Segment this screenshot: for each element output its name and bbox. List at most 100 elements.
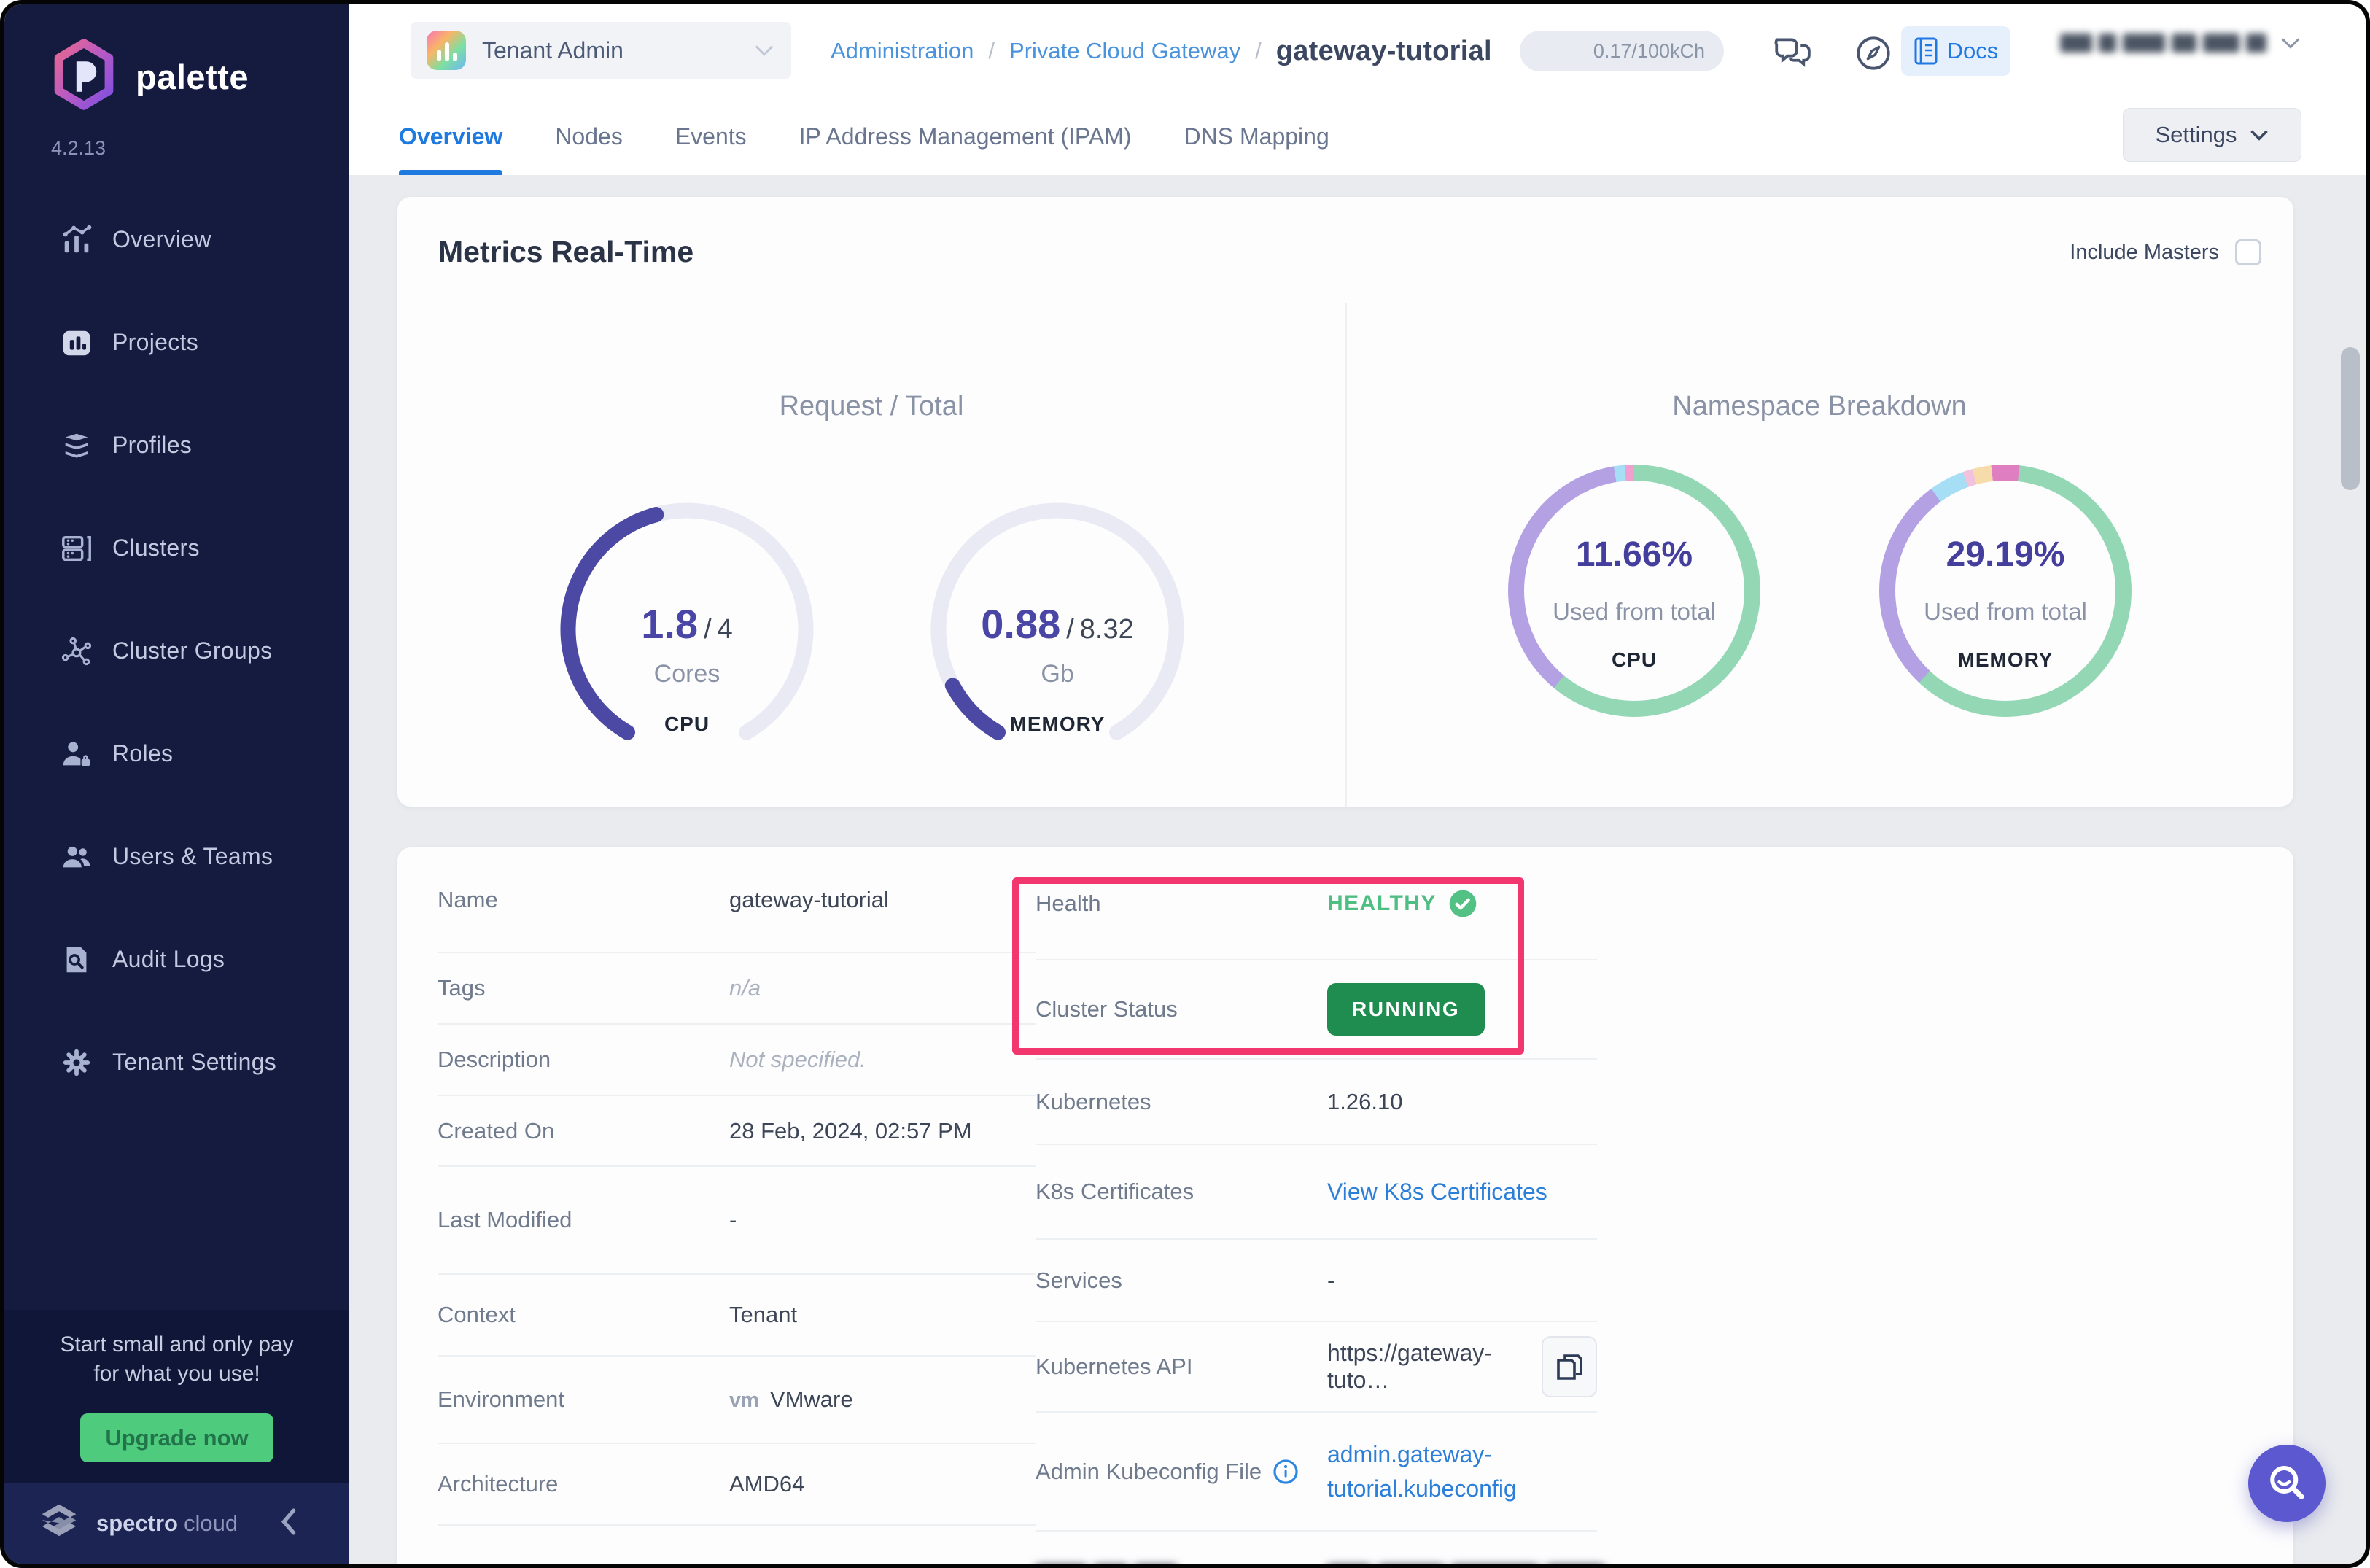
sidebar-item-cluster-groups[interactable]: Cluster Groups [4, 599, 349, 702]
tabs-bar: Overview Nodes Events IP Address Managem… [349, 98, 2366, 175]
tab-events[interactable]: Events [675, 98, 747, 175]
detail-row-environment: Environment vm VMware [438, 1357, 1036, 1444]
compass-icon[interactable] [1854, 34, 1893, 77]
detail-row-kubernetes: Kubernetes 1.26.10 [1036, 1060, 1597, 1145]
roles-icon [60, 737, 93, 771]
scope-label: Tenant Admin [482, 36, 623, 63]
tenant-settings-icon [60, 1046, 93, 1079]
user-name-redacted [2060, 34, 2266, 53]
sidebar-item-clusters[interactable]: Clusters [4, 497, 349, 599]
namespace-breakdown-title: Namespace Breakdown [1672, 391, 1967, 422]
tab-overview[interactable]: Overview [399, 98, 503, 175]
sidebar-item-profiles[interactable]: Profiles [4, 394, 349, 497]
breadcrumb-administration[interactable]: Administration [831, 38, 974, 64]
detail-row-architecture: Architecture AMD64 [438, 1444, 1036, 1526]
sidebar-item-projects[interactable]: Projects [4, 291, 349, 394]
vertical-scrollbar[interactable] [2341, 347, 2360, 490]
memory-gauge: 0.88/8.32 Gb MEMORY [919, 491, 1196, 768]
include-masters-checkbox[interactable] [2235, 239, 2261, 265]
info-icon[interactable] [1272, 1458, 1299, 1486]
project-scope-selector[interactable]: Tenant Admin [411, 22, 791, 79]
detail-row-redacted [1036, 1532, 1597, 1564]
chat-icon[interactable] [1772, 32, 1814, 74]
cpu-namespace-donut: 11.66% Used from total CPU [1508, 465, 1760, 717]
vmware-icon: vm [729, 1389, 759, 1412]
memory-namespace-donut: 29.19% Used from total MEMORY [1879, 465, 2132, 717]
upgrade-now-button[interactable]: Upgrade now [80, 1413, 273, 1462]
details-card: Name gateway-tutorial Tags n/a Description… [397, 847, 2293, 1564]
view-k8s-certificates-link[interactable]: View K8s Certificates [1327, 1179, 1547, 1206]
detail-row-admin-kubeconfig: Admin Kubeconfig File admin.gateway- tut… [1036, 1413, 1597, 1532]
memory-donut-percent: 29.19% [1946, 535, 2065, 574]
sidebar-collapse-chevron-icon[interactable] [276, 1505, 301, 1541]
detail-row-created-on: Created On 28 Feb, 2024, 02:57 PM [438, 1096, 1036, 1167]
section-divider [1345, 303, 1347, 807]
page-title: gateway-tutorial [1275, 35, 1492, 66]
memory-gauge-unit: Gb [1041, 660, 1074, 688]
content-area: Metrics Real-Time Include Masters Reques… [349, 175, 2366, 1564]
detail-row-description: Description Not specified. [438, 1025, 1036, 1096]
sidebar-item-roles[interactable]: Roles [4, 702, 349, 805]
settings-button[interactable]: Settings [2123, 108, 2301, 162]
tab-ipam[interactable]: IP Address Management (IPAM) [799, 98, 1132, 175]
sidebar-item-overview[interactable]: Overview [4, 188, 349, 291]
copy-icon [1557, 1354, 1582, 1380]
details-right-column: Health HEALTHY Cluster Status RUNNING Ku… [1036, 847, 1597, 1564]
clusters-icon [60, 532, 93, 565]
detail-row-name: Name gateway-tutorial [438, 847, 1036, 953]
tab-nodes[interactable]: Nodes [555, 98, 623, 175]
app-window: palette 4.2.13 Overview Projects Profile… [0, 0, 2370, 1568]
docs-button[interactable]: Docs [1901, 26, 2010, 76]
breadcrumb-separator: / [988, 38, 995, 63]
cluster-groups-icon [60, 634, 93, 668]
detail-row-last-modified: Last Modified - [438, 1167, 1036, 1275]
sidebar-item-label: Overview [112, 226, 211, 252]
book-icon [1914, 37, 1938, 65]
sidebar-item-label: Projects [112, 329, 198, 355]
upgrade-text-line2: for what you use! [93, 1362, 260, 1386]
sidebar-item-users-teams[interactable]: Users & Teams [4, 805, 349, 908]
sidebar-item-label: Clusters [112, 535, 200, 561]
details-left-column: Name gateway-tutorial Tags n/a Description… [438, 847, 1036, 1526]
include-masters-label: Include Masters [2070, 240, 2219, 264]
spectro-cloud-wordmark: spectro cloud [96, 1510, 238, 1536]
detail-row-tags: Tags n/a [438, 953, 1036, 1025]
upgrade-text-line1: Start small and only pay [60, 1332, 294, 1357]
memory-donut-caption: Used from total [1924, 598, 2087, 625]
sidebar-item-label: Audit Logs [112, 946, 225, 972]
user-menu[interactable] [2060, 34, 2301, 53]
admin-kubeconfig-link[interactable]: admin.gateway- tutorial.kubeconfig [1327, 1441, 1517, 1502]
include-masters-control: Include Masters [2070, 239, 2261, 265]
audit-logs-icon [60, 943, 93, 977]
search-fab-button[interactable] [2248, 1445, 2326, 1522]
memory-gauge-label: MEMORY [1009, 713, 1106, 735]
chevron-down-icon [2281, 38, 2300, 49]
cpu-gauge-label: CPU [664, 713, 710, 735]
profiles-icon [60, 429, 93, 462]
projects-icon [60, 326, 93, 360]
metrics-card: Metrics Real-Time Include Masters Reques… [397, 197, 2293, 807]
cpu-donut-label: CPU [1611, 648, 1658, 671]
users-teams-icon [60, 840, 93, 874]
sidebar-item-label: Cluster Groups [112, 637, 273, 664]
kubernetes-api-url: https://gateway-tuto… [1327, 1340, 1492, 1393]
sidebar: palette 4.2.13 Overview Projects Profile… [4, 4, 349, 1564]
detail-row-cluster-status: Cluster Status RUNNING [1036, 960, 1597, 1060]
breadcrumb-private-cloud-gateway[interactable]: Private Cloud Gateway [1009, 38, 1240, 64]
chevron-down-icon [2250, 130, 2268, 141]
running-status-badge: RUNNING [1327, 983, 1485, 1036]
chevron-down-icon [755, 45, 774, 56]
palette-logo-icon [50, 38, 118, 116]
cpu-gauge-unit: Cores [653, 660, 720, 688]
tab-dns-mapping[interactable]: DNS Mapping [1184, 98, 1329, 175]
sidebar-item-audit-logs[interactable]: Audit Logs [4, 908, 349, 1011]
main-area: Tenant Admin Administration / Private Cl… [349, 4, 2366, 1564]
sidebar-item-tenant-settings[interactable]: Tenant Settings [4, 1011, 349, 1114]
docs-label: Docs [1946, 38, 1999, 63]
detail-row-services: Services - [1036, 1240, 1597, 1322]
request-total-title: Request / Total [779, 391, 964, 422]
memory-donut-label: MEMORY [1957, 648, 2054, 671]
cpu-donut-percent: 11.66% [1575, 535, 1693, 574]
sidebar-footer: spectro cloud [4, 1483, 349, 1564]
copy-api-url-button[interactable] [1542, 1336, 1597, 1397]
